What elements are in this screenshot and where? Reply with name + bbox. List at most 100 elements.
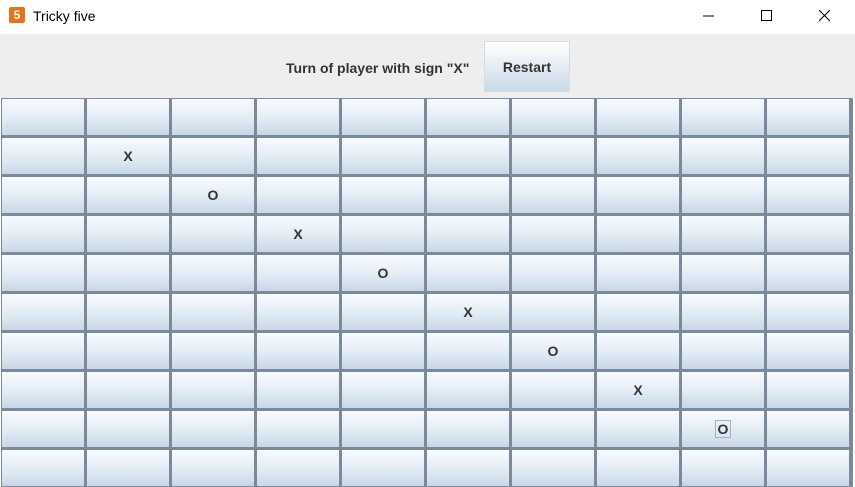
board-cell-r9-c3[interactable] [256,449,340,487]
board-cell-r1-c2[interactable] [171,137,255,175]
board-cell-r3-c2[interactable] [171,215,255,253]
board-cell-r0-c3[interactable] [256,98,340,136]
board-cell-r4-c5[interactable] [426,254,510,292]
board-cell-r8-c8[interactable]: O [681,410,765,448]
board-cell-r2-c8[interactable] [681,176,765,214]
board-cell-r3-c3[interactable]: X [256,215,340,253]
board-cell-r1-c9[interactable] [766,137,850,175]
board-cell-r6-c6[interactable]: O [511,332,595,370]
board-cell-r9-c9[interactable] [766,449,850,487]
board-cell-r4-c6[interactable] [511,254,595,292]
board-cell-r4-c7[interactable] [596,254,680,292]
board-cell-r9-c4[interactable] [341,449,425,487]
board-cell-r1-c3[interactable] [256,137,340,175]
board-cell-r7-c6[interactable] [511,371,595,409]
board-cell-r7-c0[interactable] [1,371,85,409]
board-cell-r1-c6[interactable] [511,137,595,175]
board-cell-r1-c8[interactable] [681,137,765,175]
board-cell-r5-c6[interactable] [511,293,595,331]
board-cell-r7-c8[interactable] [681,371,765,409]
board-cell-r2-c2[interactable]: O [171,176,255,214]
maximize-button[interactable] [739,0,797,32]
board-cell-r4-c1[interactable] [86,254,170,292]
board-cell-r0-c9[interactable] [766,98,850,136]
board-cell-r6-c1[interactable] [86,332,170,370]
board-cell-r2-c9[interactable] [766,176,850,214]
board-cell-r5-c4[interactable] [341,293,425,331]
board-cell-r9-c5[interactable] [426,449,510,487]
board-cell-r5-c9[interactable] [766,293,850,331]
minimize-button[interactable] [681,0,739,32]
board-cell-r7-c2[interactable] [171,371,255,409]
board-cell-r8-c7[interactable] [596,410,680,448]
board-cell-r2-c5[interactable] [426,176,510,214]
board-cell-r8-c1[interactable] [86,410,170,448]
board-cell-r2-c3[interactable] [256,176,340,214]
board-cell-r3-c5[interactable] [426,215,510,253]
board-cell-r5-c3[interactable] [256,293,340,331]
restart-button[interactable]: Restart [484,41,570,92]
board-cell-r4-c0[interactable] [1,254,85,292]
board-cell-r9-c0[interactable] [1,449,85,487]
board-cell-r3-c9[interactable] [766,215,850,253]
board-cell-r1-c5[interactable] [426,137,510,175]
board-cell-r4-c8[interactable] [681,254,765,292]
board-cell-r3-c8[interactable] [681,215,765,253]
board-cell-r1-c0[interactable] [1,137,85,175]
board-cell-r5-c2[interactable] [171,293,255,331]
board-cell-r2-c7[interactable] [596,176,680,214]
close-button[interactable] [797,0,855,32]
board-cell-r6-c2[interactable] [171,332,255,370]
board-cell-r2-c0[interactable] [1,176,85,214]
board-cell-r8-c4[interactable] [341,410,425,448]
board-cell-r1-c1[interactable]: X [86,137,170,175]
board-cell-r4-c3[interactable] [256,254,340,292]
board-cell-r5-c1[interactable] [86,293,170,331]
board-cell-r8-c9[interactable] [766,410,850,448]
board-cell-r1-c7[interactable] [596,137,680,175]
board-cell-r7-c4[interactable] [341,371,425,409]
board-cell-r5-c0[interactable] [1,293,85,331]
board-cell-r2-c4[interactable] [341,176,425,214]
board-cell-r2-c6[interactable] [511,176,595,214]
board-cell-r0-c7[interactable] [596,98,680,136]
board-cell-r6-c4[interactable] [341,332,425,370]
board-cell-r9-c6[interactable] [511,449,595,487]
board-cell-r3-c4[interactable] [341,215,425,253]
board-cell-r0-c5[interactable] [426,98,510,136]
board-cell-r1-c4[interactable] [341,137,425,175]
board-cell-r6-c3[interactable] [256,332,340,370]
board-cell-r7-c7[interactable]: X [596,371,680,409]
board-cell-r6-c8[interactable] [681,332,765,370]
board-cell-r3-c7[interactable] [596,215,680,253]
board-cell-r7-c1[interactable] [86,371,170,409]
board-cell-r8-c2[interactable] [171,410,255,448]
board-cell-r9-c7[interactable] [596,449,680,487]
board-cell-r4-c4[interactable]: O [341,254,425,292]
board-cell-r2-c1[interactable] [86,176,170,214]
board-cell-r8-c6[interactable] [511,410,595,448]
board-cell-r8-c3[interactable] [256,410,340,448]
board-cell-r6-c7[interactable] [596,332,680,370]
board-cell-r6-c0[interactable] [1,332,85,370]
board-cell-r0-c0[interactable] [1,98,85,136]
board-cell-r7-c3[interactable] [256,371,340,409]
board-cell-r3-c1[interactable] [86,215,170,253]
board-cell-r4-c9[interactable] [766,254,850,292]
board-cell-r7-c5[interactable] [426,371,510,409]
board-cell-r9-c2[interactable] [171,449,255,487]
board-cell-r9-c8[interactable] [681,449,765,487]
board-cell-r9-c1[interactable] [86,449,170,487]
board-cell-r0-c8[interactable] [681,98,765,136]
board-cell-r0-c4[interactable] [341,98,425,136]
board-cell-r3-c0[interactable] [1,215,85,253]
board-cell-r5-c8[interactable] [681,293,765,331]
board-cell-r0-c1[interactable] [86,98,170,136]
board-cell-r5-c5[interactable]: X [426,293,510,331]
board-cell-r8-c5[interactable] [426,410,510,448]
board-cell-r8-c0[interactable] [1,410,85,448]
board-cell-r6-c5[interactable] [426,332,510,370]
board-cell-r5-c7[interactable] [596,293,680,331]
board-cell-r3-c6[interactable] [511,215,595,253]
board-cell-r0-c6[interactable] [511,98,595,136]
